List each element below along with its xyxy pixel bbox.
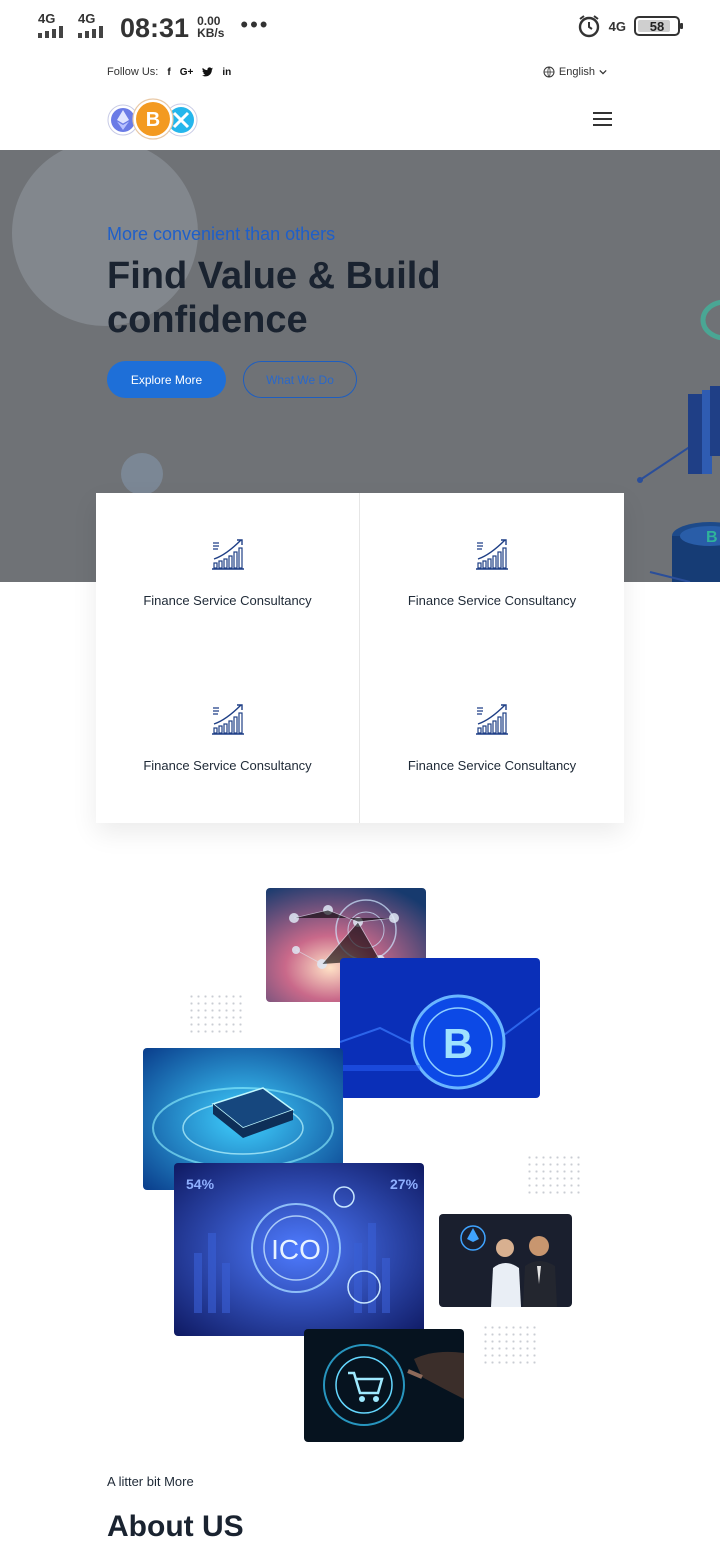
bitcoin-image: B: [340, 958, 540, 1098]
percent-right: 27%: [390, 1176, 419, 1192]
ico-label: ICO: [271, 1234, 321, 1265]
crypto-logo[interactable]: B: [106, 98, 200, 142]
shopping-cart-image: [304, 1329, 464, 1442]
battery-level: 58: [649, 18, 665, 34]
service-title: Finance Service Consultancy: [143, 593, 312, 608]
services-grid: Finance Service Consultancy Finance Serv…: [96, 493, 624, 823]
about-subtitle: A litter bit More: [107, 1474, 194, 1489]
signal-2: 4G: [78, 12, 110, 38]
network-type-3: 4G: [608, 18, 626, 34]
signal-bars-icon: [78, 26, 110, 38]
crypto-illustration: B: [637, 299, 720, 582]
service-card[interactable]: Finance Service Consultancy: [360, 658, 624, 823]
about-title: About US: [107, 1510, 244, 1543]
svg-text:B: B: [706, 529, 718, 546]
alarm-icon: [578, 15, 599, 38]
svg-text:B: B: [146, 109, 160, 131]
google-plus-icon[interactable]: G+: [180, 67, 194, 78]
speed-unit: KB/s: [197, 26, 225, 40]
site-header: B: [0, 90, 720, 150]
follow-us-label: Follow Us:: [107, 66, 159, 78]
menu-hamburger-icon[interactable]: [593, 112, 612, 126]
service-title: Finance Service Consultancy: [407, 758, 577, 773]
growth-chart-icon: [211, 704, 244, 735]
chevron-down-icon: [599, 69, 607, 75]
growth-chart-icon: [476, 704, 508, 735]
growth-chart-icon: [476, 539, 508, 570]
image-collage: B ICO 54% 27%: [0, 860, 720, 1460]
explore-more-button[interactable]: Explore More: [107, 361, 226, 398]
service-title: Finance Service Consultancy: [407, 593, 577, 608]
signal-bars-icon: [38, 26, 70, 38]
growth-chart-icon: [211, 539, 244, 570]
status-bar: 4G 4G 08:31 0.00 KB/s ••• 4G 58: [0, 0, 720, 56]
twitter-icon[interactable]: [202, 67, 214, 77]
decorative-circle: [121, 453, 163, 495]
language-label: English: [558, 66, 595, 78]
battery-indicator: 58: [634, 16, 683, 36]
facebook-icon[interactable]: f: [167, 67, 170, 78]
what-we-do-button[interactable]: What We Do: [243, 361, 357, 398]
percent-left: 54%: [186, 1176, 215, 1192]
network-type-1: 4G: [38, 11, 56, 26]
svg-text:B: B: [443, 1020, 473, 1067]
dot-pattern: [482, 1324, 536, 1364]
business-people-image: [439, 1214, 572, 1307]
network-type-2: 4G: [78, 11, 96, 26]
top-bar: Follow Us: f G+ in English: [107, 62, 607, 82]
hero-title: Find Value & Build confidence: [107, 255, 441, 341]
hero-subtitle: More convenient than others: [107, 224, 336, 244]
service-card[interactable]: Finance Service Consultancy: [96, 658, 360, 823]
more-notifications-icon: •••: [240, 12, 270, 37]
dot-pattern: [188, 993, 242, 1033]
service-title: Finance Service Consultancy: [143, 758, 312, 773]
dot-pattern: [526, 1154, 580, 1194]
network-speed: 0.00 KB/s: [197, 15, 224, 39]
service-card[interactable]: Finance Service Consultancy: [96, 493, 360, 658]
ico-image: ICO 54% 27%: [174, 1163, 424, 1336]
signal-1: 4G: [38, 12, 70, 38]
service-card[interactable]: Finance Service Consultancy: [360, 493, 624, 658]
linkedin-icon[interactable]: in: [222, 67, 231, 78]
clock: 08:31: [120, 13, 190, 43]
globe-icon: [543, 66, 555, 78]
language-selector[interactable]: English: [543, 66, 607, 78]
